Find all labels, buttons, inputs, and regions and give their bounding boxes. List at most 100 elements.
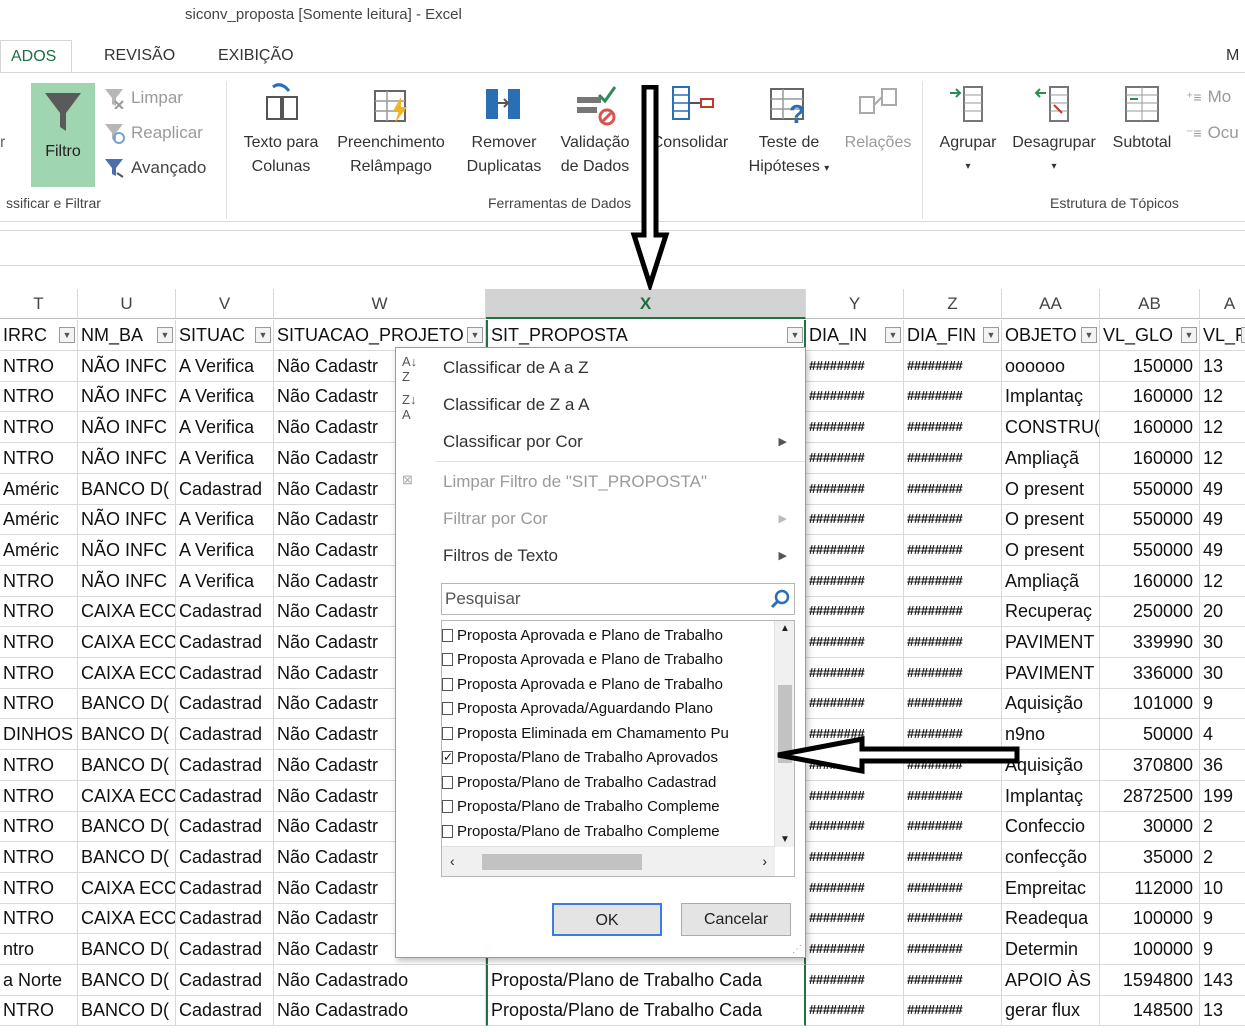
- data-cell[interactable]: O present: [1002, 535, 1100, 566]
- data-cell[interactable]: NTRO: [0, 842, 78, 873]
- data-cell[interactable]: 12: [1200, 443, 1245, 474]
- data-cell[interactable]: ########: [904, 934, 1002, 965]
- data-cell[interactable]: Determin: [1002, 934, 1100, 965]
- data-cell[interactable]: Readequa: [1002, 903, 1100, 934]
- column-header[interactable]: U: [78, 289, 176, 319]
- search-input[interactable]: Pesquisar: [441, 583, 795, 615]
- data-cell[interactable]: BANCO D(: [78, 750, 176, 781]
- column-header[interactable]: AA: [1002, 289, 1100, 319]
- data-cell[interactable]: NTRO: [0, 658, 78, 689]
- filter-dropdown-button[interactable]: ▼: [787, 327, 803, 343]
- data-cell[interactable]: ########: [806, 504, 904, 535]
- checkbox-icon[interactable]: [442, 824, 453, 838]
- data-cell[interactable]: NTRO: [0, 443, 78, 474]
- data-cell[interactable]: ########: [904, 596, 1002, 627]
- data-cell[interactable]: BANCO D(: [78, 474, 176, 505]
- group-button[interactable]: Agrupar ▾: [930, 83, 1006, 179]
- tab-more[interactable]: M: [1216, 40, 1245, 72]
- resize-grip-icon[interactable]: ⋰: [792, 944, 802, 955]
- data-cell[interactable]: confecção: [1002, 842, 1100, 873]
- data-cell[interactable]: Implantaç: [1002, 381, 1100, 412]
- data-cell[interactable]: ntro: [0, 934, 78, 965]
- data-cell[interactable]: BANCO D(: [78, 995, 176, 1026]
- data-cell[interactable]: Cadastrad: [176, 474, 274, 505]
- data-cell[interactable]: Améric: [0, 474, 78, 505]
- data-cell[interactable]: 143: [1200, 965, 1245, 996]
- scrollbar-thumb[interactable]: [482, 854, 642, 870]
- data-cell[interactable]: 12: [1200, 412, 1245, 443]
- data-cell[interactable]: 13: [1200, 351, 1245, 382]
- data-cell[interactable]: NTRO: [0, 381, 78, 412]
- data-cell[interactable]: CAIXA ECC: [78, 627, 176, 658]
- data-cell[interactable]: ########: [904, 995, 1002, 1026]
- data-cell[interactable]: ########: [806, 811, 904, 842]
- data-cell[interactable]: CAIXA ECC: [78, 658, 176, 689]
- data-cell[interactable]: a Norte: [0, 965, 78, 996]
- data-cell[interactable]: PAVIMENT: [1002, 658, 1100, 689]
- data-cell[interactable]: 112000: [1100, 873, 1200, 904]
- filter-dropdown-button[interactable]: ▼: [1241, 327, 1245, 343]
- data-cell[interactable]: A Verifica: [176, 412, 274, 443]
- data-cell[interactable]: NÃO INFC: [78, 351, 176, 382]
- subtotal-button[interactable]: Subtotal: [1104, 83, 1180, 155]
- show-detail-button[interactable]: ⁺≡ Mo: [1186, 87, 1231, 107]
- data-cell[interactable]: NTRO: [0, 566, 78, 597]
- reapply-button[interactable]: Reaplicar: [103, 122, 203, 144]
- data-cell[interactable]: Cadastrad: [176, 811, 274, 842]
- data-cell[interactable]: Implantaç: [1002, 781, 1100, 812]
- data-cell[interactable]: 36: [1200, 750, 1245, 781]
- data-cell[interactable]: gerar flux: [1002, 995, 1100, 1026]
- filter-value-item[interactable]: Proposta Aprovada e Plano de Trabalho: [442, 672, 723, 696]
- column-header[interactable]: AB: [1100, 289, 1200, 319]
- data-cell[interactable]: Aquisição: [1002, 688, 1100, 719]
- data-cell[interactable]: 370800: [1100, 750, 1200, 781]
- data-cell[interactable]: 160000: [1100, 381, 1200, 412]
- data-cell[interactable]: ########: [904, 474, 1002, 505]
- advanced-button[interactable]: Avançado: [103, 157, 206, 179]
- column-header[interactable]: X: [486, 289, 806, 319]
- data-cell[interactable]: 100000: [1100, 934, 1200, 965]
- sort-tail-button[interactable]: r: [0, 131, 5, 155]
- data-cell[interactable]: Ampliaçã: [1002, 443, 1100, 474]
- data-cell[interactable]: NTRO: [0, 351, 78, 382]
- data-cell[interactable]: NTRO: [0, 811, 78, 842]
- data-cell[interactable]: NTRO: [0, 903, 78, 934]
- data-cell[interactable]: BANCO D(: [78, 842, 176, 873]
- data-cell[interactable]: 160000: [1100, 443, 1200, 474]
- data-cell[interactable]: CAIXA ECC: [78, 903, 176, 934]
- checkbox-icon[interactable]: [442, 628, 453, 642]
- data-cell[interactable]: ########: [904, 351, 1002, 382]
- data-cell[interactable]: Cadastrad: [176, 781, 274, 812]
- data-cell[interactable]: 339990: [1100, 627, 1200, 658]
- data-cell[interactable]: ########: [904, 811, 1002, 842]
- data-cell[interactable]: ########: [806, 474, 904, 505]
- header-cell[interactable]: VL_F: [1200, 320, 1245, 351]
- data-cell[interactable]: ########: [904, 504, 1002, 535]
- data-cell[interactable]: 35000: [1100, 842, 1200, 873]
- data-cell[interactable]: 150000: [1100, 351, 1200, 382]
- filter-dropdown-button[interactable]: ▼: [1181, 327, 1197, 343]
- data-cell[interactable]: Recuperaç: [1002, 596, 1100, 627]
- data-cell[interactable]: BANCO D(: [78, 719, 176, 750]
- data-cell[interactable]: ########: [904, 443, 1002, 474]
- data-cell[interactable]: 30: [1200, 658, 1245, 689]
- data-cell[interactable]: NÃO INFC: [78, 566, 176, 597]
- data-cell[interactable]: NTRO: [0, 412, 78, 443]
- ok-button[interactable]: OK: [552, 903, 662, 936]
- data-cell[interactable]: Proposta/Plano de Trabalho Cada: [486, 965, 806, 996]
- data-cell[interactable]: ########: [904, 412, 1002, 443]
- data-cell[interactable]: 336000: [1100, 658, 1200, 689]
- data-cell[interactable]: NTRO: [0, 750, 78, 781]
- data-cell[interactable]: ########: [806, 965, 904, 996]
- data-cell[interactable]: 9: [1200, 903, 1245, 934]
- data-cell[interactable]: PAVIMENT: [1002, 627, 1100, 658]
- remove-duplicates-button[interactable]: Remover Duplicatas: [458, 83, 550, 179]
- consolidate-button[interactable]: Consolidar: [642, 83, 738, 155]
- data-cell[interactable]: NÃO INFC: [78, 412, 176, 443]
- data-cell[interactable]: ########: [806, 412, 904, 443]
- data-cell[interactable]: 101000: [1100, 688, 1200, 719]
- data-cell[interactable]: Améric: [0, 535, 78, 566]
- filter-value-item[interactable]: Proposta/Plano de Trabalho Compleme: [442, 795, 720, 819]
- data-cell[interactable]: 100000: [1100, 903, 1200, 934]
- checkbox-icon[interactable]: [442, 800, 453, 813]
